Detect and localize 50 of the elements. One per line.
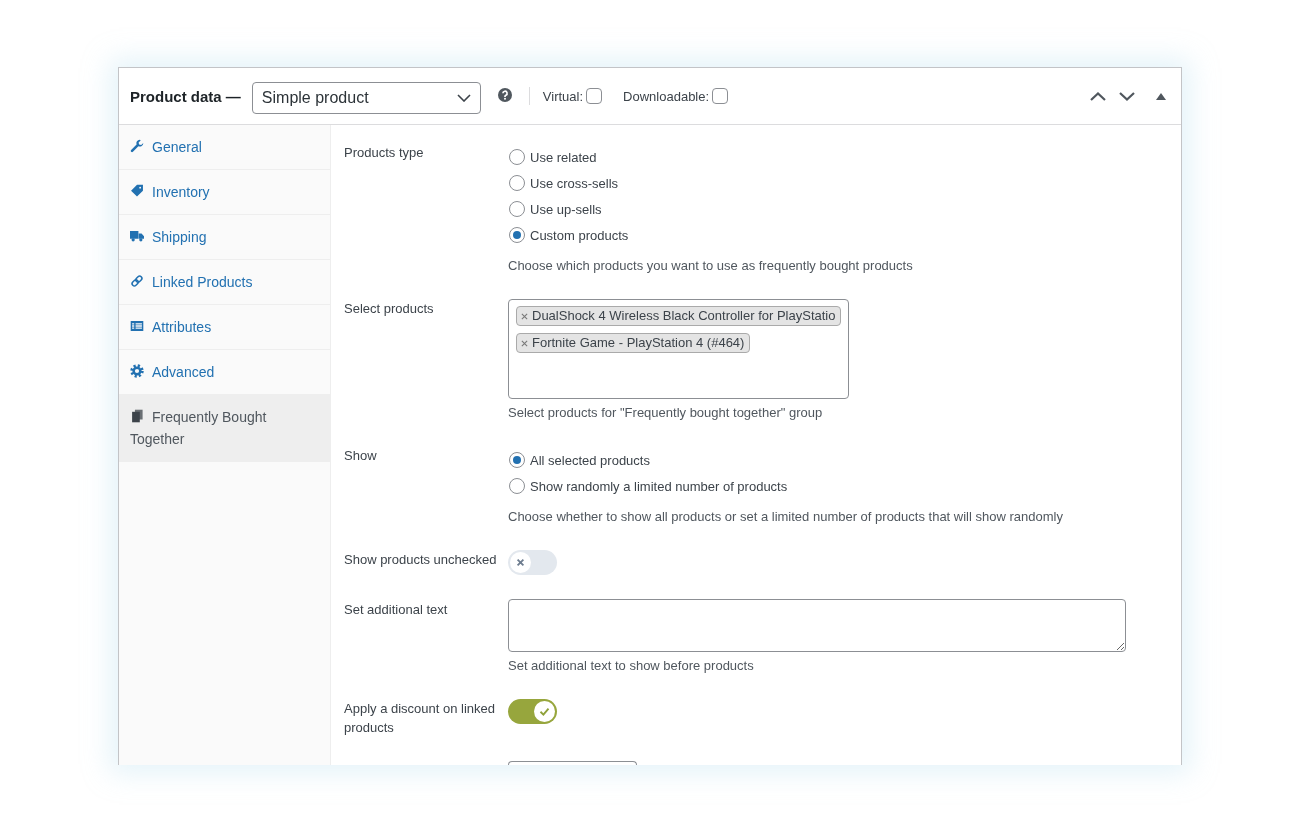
help-icon xyxy=(497,88,512,102)
collapse-triangle-icon[interactable] xyxy=(1156,92,1166,100)
field-label: Show products unchecked xyxy=(344,551,498,569)
gear-icon xyxy=(130,364,144,378)
chevron-down-icon[interactable] xyxy=(1119,91,1135,101)
radio-label[interactable]: Use up-sells xyxy=(530,201,602,217)
toggle-switch[interactable] xyxy=(508,699,557,724)
sidebar-tab[interactable]: Frequently Bought Together xyxy=(119,395,330,462)
field-label: Show xyxy=(344,447,378,465)
x-mark-icon xyxy=(510,552,531,573)
wrench-icon xyxy=(130,139,144,153)
radio-label[interactable]: Use related xyxy=(530,149,597,165)
field-description: Select products for "Frequently bought together" group xyxy=(508,404,824,422)
product-tag[interactable]: Fortnite Game - PlayStation 4 (#464) xyxy=(516,333,751,353)
checkbox-label: Downloadable: xyxy=(623,88,710,104)
link-icon xyxy=(130,274,144,288)
radio-label[interactable]: All selected products xyxy=(530,452,650,468)
tag-icon xyxy=(130,184,144,198)
list-icon xyxy=(130,319,144,333)
checkbox-label: Virtual: xyxy=(542,88,584,104)
truck-icon xyxy=(130,229,144,243)
sidebar-tab[interactable]: Attributes xyxy=(119,305,330,350)
checkbox[interactable] xyxy=(586,88,603,104)
radio-label[interactable]: Custom products xyxy=(530,227,629,243)
field-label: Products type xyxy=(344,144,425,162)
product-type-select[interactable]: Simple product xyxy=(251,81,481,114)
field-label: Apply a discount on linked products xyxy=(344,700,497,737)
field-description: Choose which products you want to use as frequently bought products xyxy=(508,257,914,275)
field-label: Select products xyxy=(344,300,435,318)
radio-label[interactable]: Use cross-sells xyxy=(530,175,619,191)
field-description: Set additional text to show before products xyxy=(508,657,755,675)
additional-text-field[interactable] xyxy=(508,599,1126,652)
copy-icon xyxy=(130,409,144,423)
checkbox[interactable] xyxy=(712,88,729,104)
remove-icon[interactable] xyxy=(521,312,528,320)
chevron-down-icon xyxy=(456,93,471,102)
product-select-field[interactable]: DualShock 4 Wireless Black Controller for PlayStatio Fortnite Game - PlayStation 4 (#464) xyxy=(508,299,850,399)
remove-icon[interactable] xyxy=(521,339,528,347)
check-icon xyxy=(534,701,555,722)
field-label: Set additional text xyxy=(344,601,449,619)
radio-label[interactable]: Show randomly a limited number of products xyxy=(530,478,788,494)
sidebar-tab[interactable]: Inventory xyxy=(119,170,330,215)
sidebar-tab[interactable]: General xyxy=(119,125,330,170)
sidebar-tab[interactable]: Shipping xyxy=(119,215,330,260)
product-tag[interactable]: DualShock 4 Wireless Black Controller for PlayStatio xyxy=(516,306,842,326)
field-description: Choose whether to show all products or set a limited number of products that will show randomly xyxy=(508,508,1064,526)
toggle-switch[interactable] xyxy=(508,550,557,575)
chevron-up-icon[interactable] xyxy=(1090,91,1106,101)
panel-title: Product data — xyxy=(130,87,241,105)
sidebar-tab[interactable]: Linked Products xyxy=(119,260,330,305)
